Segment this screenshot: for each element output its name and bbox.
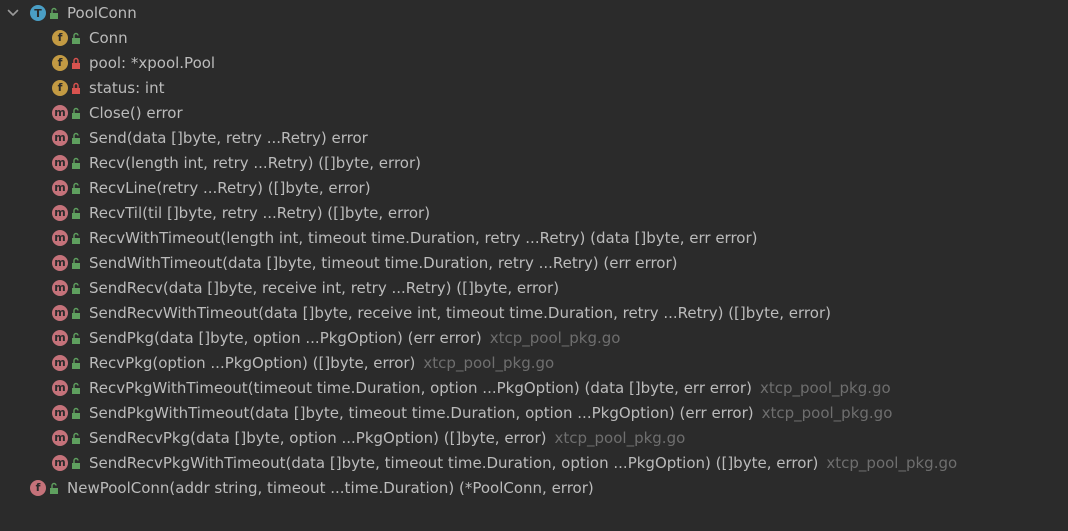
member-label: NewPoolConn(addr string, timeout ...time… [67,478,594,497]
method-icon: m [52,379,68,396]
public-icon [72,307,80,319]
public-icon [72,432,80,444]
member-label: SendRecv(data []byte, receive int, retry… [89,278,560,297]
member-label: pool: *xpool.Pool [89,53,216,72]
function-row[interactable]: f NewPoolConn(addr string, timeout ...tim… [30,475,594,500]
method-icon: m [52,304,68,321]
field-icon: f [52,54,68,71]
public-icon [72,207,80,219]
public-icon [72,332,80,344]
method-icon: m [52,404,68,421]
method-icon: m [52,129,68,146]
member-label: SendPkg(data []byte, option ...PkgOption… [89,328,482,347]
public-icon [72,232,80,244]
public-icon [72,107,80,119]
field-icon: f [52,79,68,96]
member-row[interactable]: m RecvPkgWithTimeout(timeout time.Duratio… [52,375,891,400]
function-icon: f [30,479,46,496]
member-label: Recv(length int, retry ...Retry) ([]byte… [89,153,421,172]
file-location: xtcp_pool_pkg.go [761,403,893,422]
member-label: RecvLine(retry ...Retry) ([]byte, error) [89,178,371,197]
tree-node-label: PoolConn [67,4,137,22]
member-row[interactable]: f status: int [52,75,164,100]
public-icon [72,357,80,369]
method-icon: m [52,429,68,446]
public-icon [72,182,80,194]
file-location: xtcp_pool_pkg.go [489,328,621,347]
member-row[interactable]: f Conn [52,25,128,50]
member-row[interactable]: m SendWithTimeout(data []byte, timeout ti… [52,250,678,275]
member-label: Conn [89,28,128,47]
member-label: RecvPkg(option ...PkgOption) ([]byte, er… [89,353,416,372]
public-icon [50,482,58,494]
member-label: SendRecvPkgWithTimeout(data []byte, time… [89,453,819,472]
structure-tree: T PoolConn f Conn f pool: *xpool.Pool f statu… [0,0,1068,531]
member-row[interactable]: m RecvPkg(option ...PkgOption) ([]byte, e… [52,350,554,375]
member-row[interactable]: m SendPkgWithTimeout(data []byte, timeout… [52,400,892,425]
member-row[interactable]: m SendRecvWithTimeout(data []byte, receiv… [52,300,831,325]
member-label: Send(data []byte, retry ...Retry) error [89,128,368,147]
method-icon: m [52,279,68,296]
public-icon [72,282,80,294]
member-label: SendRecvWithTimeout(data []byte, receive… [89,303,831,322]
member-row[interactable]: f pool: *xpool.Pool [52,50,215,75]
member-row[interactable]: m SendRecv(data []byte, receive int, retr… [52,275,559,300]
public-icon [50,7,58,19]
chevron-down-icon[interactable] [6,6,20,20]
member-row[interactable]: m Recv(length int, retry ...Retry) ([]byt… [52,150,421,175]
type-icon: T [30,5,46,21]
member-label: status: int [89,78,165,97]
member-row[interactable]: m RecvWithTimeout(length int, timeout tim… [52,225,758,250]
member-row[interactable]: m Send(data []byte, retry ...Retry) error [52,125,368,150]
method-icon: m [52,154,68,171]
public-icon [72,257,80,269]
file-location: xtcp_pool_pkg.go [826,453,958,472]
file-location: xtcp_pool_pkg.go [554,428,686,447]
member-label: Close() error [89,103,183,122]
public-icon [72,457,80,469]
method-icon: m [52,104,68,121]
member-label: SendRecvPkg(data []byte, option ...PkgOp… [89,428,547,447]
member-label: RecvWithTimeout(length int, timeout time… [89,228,758,247]
method-icon: m [52,229,68,246]
member-row[interactable]: m SendPkg(data []byte, option ...PkgOptio… [52,325,621,350]
lock-icon [72,57,80,69]
member-label: SendWithTimeout(data []byte, timeout tim… [89,253,678,272]
member-row[interactable]: m SendRecvPkgWithTimeout(data []byte, tim… [52,450,957,475]
lock-icon [72,82,80,94]
public-icon [72,157,80,169]
tree-node-poolconn[interactable]: T PoolConn [0,0,1068,25]
public-icon [72,32,80,44]
method-icon: m [52,329,68,346]
public-icon [72,407,80,419]
member-label: RecvPkgWithTimeout(timeout time.Duration… [89,378,752,397]
member-row[interactable]: m RecvLine(retry ...Retry) ([]byte, error… [52,175,371,200]
public-icon [72,382,80,394]
file-location: xtcp_pool_pkg.go [759,378,891,397]
method-icon: m [52,254,68,271]
public-icon [72,132,80,144]
method-icon: m [52,179,68,196]
method-icon: m [52,454,68,471]
member-row[interactable]: m Close() error [52,100,183,125]
member-label: SendPkgWithTimeout(data []byte, timeout … [89,403,754,422]
field-icon: f [52,29,68,46]
member-row[interactable]: m RecvTil(til []byte, retry ...Retry) ([]… [52,200,430,225]
method-icon: m [52,204,68,221]
file-location: xtcp_pool_pkg.go [423,353,555,372]
method-icon: m [52,354,68,371]
member-row[interactable]: m SendRecvPkg(data []byte, option ...PkgO… [52,425,685,450]
member-label: RecvTil(til []byte, retry ...Retry) ([]b… [89,203,431,222]
